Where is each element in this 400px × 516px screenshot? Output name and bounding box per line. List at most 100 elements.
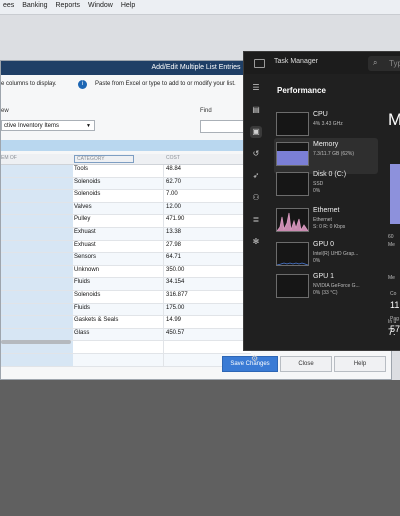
subitem-cell[interactable] [1,240,73,253]
subitem-cell[interactable] [1,316,73,328]
category-cell[interactable]: Unknown [74,267,99,273]
subitem-cell[interactable] [1,215,73,227]
column-divider [163,303,164,316]
navigation-rail: ☰ ▤ ▣ ↺ ➶ ⚇ ≣ ✻ ⚙ [244,74,268,363]
menu-ees[interactable]: ees [0,0,17,9]
ethernet-graph-trace [277,212,308,231]
cost-cell[interactable]: 64.71 [166,254,181,260]
details-icon[interactable]: ≣ [250,214,262,226]
category-cell[interactable]: Solenoids [74,179,100,185]
selection-band [1,140,251,151]
category-cell[interactable]: Fluids [74,279,90,285]
cost-cell[interactable]: 175.00 [166,305,184,311]
cost-cell[interactable]: 14.99 [166,317,181,323]
category-cell[interactable]: Sensors [74,254,96,260]
table-row[interactable]: Exhuast 27.98 [1,240,251,254]
table-row[interactable]: Sensors 64.71 [1,253,251,266]
column-header-category[interactable]: CATEGORY [74,155,134,163]
disk-tile[interactable]: Disk 0 (C:) SSD 0% [274,168,378,204]
category-cell[interactable]: Pulley [74,216,90,222]
cost-cell[interactable]: 27.98 [166,242,181,248]
performance-heading: Performance [277,86,326,95]
task-manager-app-icon [254,59,265,68]
column-header-cost[interactable]: COST [166,155,180,161]
category-cell[interactable]: Solenoids [74,292,100,298]
column-divider [163,316,164,328]
table-row[interactable]: Gaskets & Seals 14.99 [1,316,251,329]
memory-detail-heading: M [388,110,400,129]
processes-icon[interactable]: ▤ [250,104,262,116]
table-row[interactable]: Tools 48.84 [1,165,251,178]
save-changes-button[interactable]: Save Changes [222,356,278,372]
cost-cell[interactable]: 350.00 [166,267,184,273]
table-row[interactable]: Solenoids 62.70 [1,177,251,191]
cpu-tile-name: CPU [313,111,328,118]
cost-cell[interactable]: 62.70 [166,179,181,185]
category-cell[interactable]: Exhuast [74,229,96,235]
category-cell[interactable]: Solenoids [74,191,100,197]
table-row[interactable]: Fluids 175.00 [1,303,251,317]
subitem-cell[interactable] [1,328,73,341]
gpu1-tile-model: NVIDIA GeForce G... [313,283,360,289]
ethernet-tile-throughput: S: 0 R: 0 Kbps [313,224,346,230]
subitem-cell[interactable] [1,190,73,202]
app-history-icon[interactable]: ↺ [250,148,262,160]
cost-cell[interactable]: 471.90 [166,216,184,222]
category-cell[interactable]: Exhuast [74,242,96,248]
cost-cell[interactable]: 48.84 [166,166,181,172]
category-cell[interactable]: Valves [74,204,92,210]
category-cell[interactable]: Glass [74,330,89,336]
table-row[interactable]: Valves 12.00 [1,202,251,216]
cpu-graph [276,112,309,136]
search-box[interactable]: ⌕ Typ [368,56,400,71]
close-button[interactable]: Close [280,356,332,372]
horizontal-scrollbar[interactable] [1,340,71,344]
category-cell[interactable]: Gaskets & Seals [74,317,118,323]
subitem-cell[interactable] [1,202,73,215]
table-row[interactable]: Unknown 350.00 [1,265,251,279]
subitem-cell[interactable] [1,353,73,366]
cost-cell[interactable]: 12.00 [166,204,181,210]
table-row[interactable]: Pulley 471.90 [1,215,251,228]
column-header-subitem[interactable]: EM OF [1,155,17,161]
table-row[interactable]: Solenoids 316.877 [1,290,251,304]
ethernet-tile[interactable]: Ethernet Ethernet S: 0 R: 0 Kbps [274,204,378,240]
ethernet-graph [276,208,309,232]
cost-cell[interactable]: 316.877 [166,292,188,298]
subitem-cell[interactable] [1,253,73,265]
category-cell[interactable]: Fluids [74,305,90,311]
menu-reports[interactable]: Reports [53,0,84,9]
view-dropdown[interactable]: ctive Inventory Items ▼ [1,120,95,131]
cost-cell[interactable]: 34.154 [166,279,184,285]
table-row[interactable]: Exhuast 13.38 [1,227,251,241]
users-icon[interactable]: ⚇ [250,192,262,204]
cost-cell[interactable]: 7.00 [166,191,178,197]
memory-detail-panel: M 60 Me Me In u 7. [384,74,400,350]
cost-cell[interactable]: 450.57 [166,330,184,336]
table-row[interactable]: Solenoids 7.00 [1,190,251,203]
subitem-cell[interactable] [1,227,73,240]
settings-gear-icon[interactable]: ⚙ [251,354,258,363]
cost-cell[interactable]: 13.38 [166,229,181,235]
startup-apps-icon[interactable]: ➶ [250,170,262,182]
subitem-cell[interactable] [1,165,73,177]
table-row[interactable]: Fluids 34.154 [1,278,251,291]
menu-banking[interactable]: Banking [19,0,50,9]
subitem-cell[interactable] [1,290,73,303]
performance-icon[interactable]: ▣ [250,126,262,138]
menu-help[interactable]: Help [118,0,138,9]
column-divider [163,165,164,177]
subitem-cell[interactable] [1,265,73,278]
subitem-cell[interactable] [1,177,73,190]
hamburger-menu-icon[interactable]: ☰ [250,82,262,94]
subitem-cell[interactable] [1,278,73,290]
category-cell[interactable]: Tools [74,166,88,172]
subitem-cell[interactable] [1,303,73,316]
app-menubar: ees Banking Reports Window Help [0,0,400,15]
table-row[interactable] [1,353,251,367]
help-button[interactable]: Help [334,356,386,372]
gpu1-tile[interactable]: GPU 1 NVIDIA GeForce G... 0% (33 °C) [274,270,378,306]
gpu0-tile[interactable]: GPU 0 Intel(R) UHD Grap... 0% [274,238,378,274]
menu-window[interactable]: Window [85,0,116,9]
services-icon[interactable]: ✻ [250,236,262,248]
